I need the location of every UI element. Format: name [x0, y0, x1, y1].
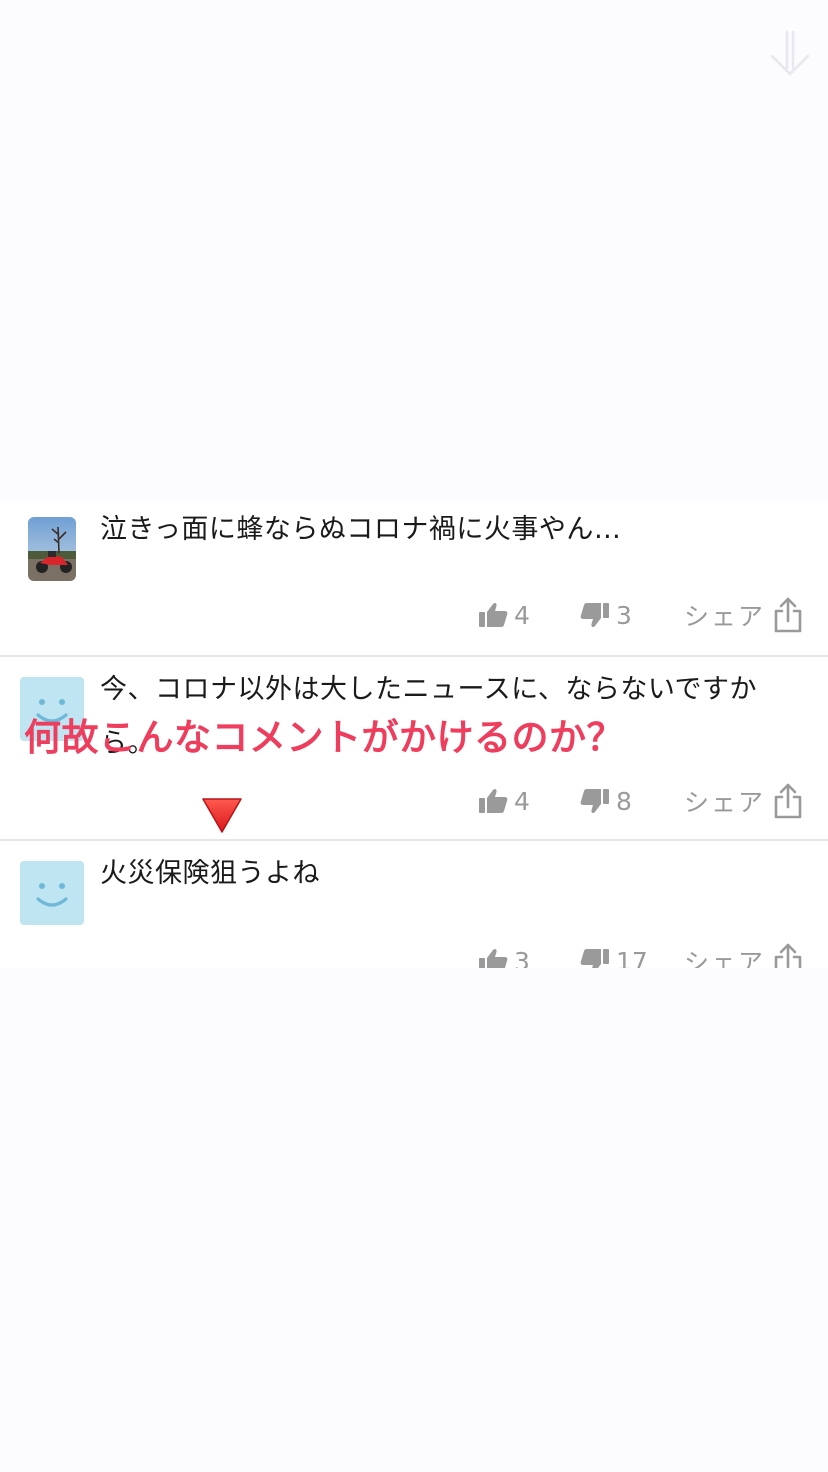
dislike-button[interactable]: 3 [580, 595, 632, 635]
comment-actions: 3 17 シェア [0, 941, 828, 968]
comment-text: 泣きっ面に蜂ならぬコロナ禍に火事やん… [100, 514, 622, 545]
share-button[interactable]: シェア [684, 941, 803, 968]
like-button[interactable]: 4 [478, 781, 530, 821]
share-icon [774, 597, 802, 633]
comment-actions: 4 8 シェア [0, 781, 828, 821]
dislike-count: 3 [616, 600, 632, 630]
thumbs-down-icon [580, 603, 609, 628]
like-count: 3 [514, 946, 530, 969]
share-button[interactable]: シェア [684, 595, 803, 635]
dislike-button[interactable]: 8 [580, 781, 632, 821]
like-button[interactable]: 3 [478, 941, 530, 968]
thumbs-up-icon [479, 788, 508, 813]
thumbs-up-icon [479, 602, 508, 627]
scroll-down-arrow-icon[interactable] [768, 28, 812, 80]
dislike-count: 8 [616, 786, 632, 816]
share-icon [774, 943, 802, 968]
comment-actions: 4 3 シェア [0, 595, 828, 635]
thumbs-down-icon [580, 949, 609, 968]
like-count: 4 [514, 600, 530, 630]
comment-item: 泣きっ面に蜂ならぬコロナ禍に火事やん… 4 3 シェア [0, 503, 828, 655]
share-label: シェア [684, 602, 766, 631]
comment-item: 火災保険狙うよね 3 17 シェア [0, 841, 828, 968]
share-icon [774, 783, 802, 819]
user-avatar-photo[interactable] [28, 517, 76, 581]
default-avatar-smiley-icon[interactable] [20, 861, 84, 925]
comment-text: 火災保険狙うよね [100, 858, 320, 889]
dislike-count: 17 [616, 946, 648, 969]
thumbs-up-icon [479, 948, 508, 968]
dislike-button[interactable]: 17 [580, 941, 648, 968]
share-label: シェア [684, 788, 766, 817]
like-count: 4 [514, 786, 530, 816]
thumbs-down-icon [580, 789, 609, 814]
like-button[interactable]: 4 [478, 595, 530, 635]
overlay-caption: 何故こんなコメントがかけるのか？ [24, 716, 624, 759]
share-label: シェア [684, 948, 766, 968]
share-button[interactable]: シェア [684, 781, 803, 821]
red-triangle-down-icon [202, 798, 242, 833]
